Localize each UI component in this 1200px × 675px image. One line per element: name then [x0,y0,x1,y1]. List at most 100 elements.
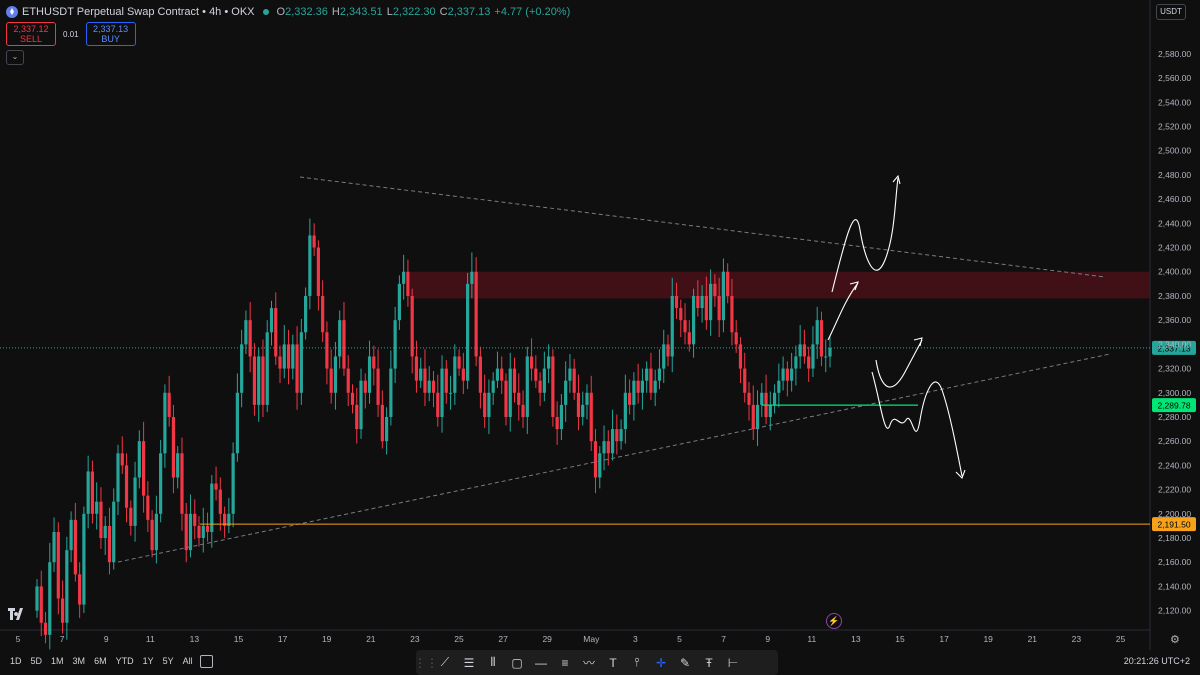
x-tick-label: 15 [895,634,905,644]
x-tick-label: 13 [851,634,861,644]
x-tick-label: 25 [454,634,464,644]
x-tick-label: 7 [60,634,65,644]
buy-button[interactable]: 2,337.13 BUY [85,22,136,46]
drawing-toolbar: ⋮⋮ ⟋ ☰ ⫴ ▢ — ≡ 〰 T ⫯ ✛ ✎ Ŧ ⊢ [414,650,778,675]
candle-body [218,489,222,514]
x-tick-label: 19 [983,634,993,644]
candle-body [785,368,789,381]
fib-retracement-icon[interactable]: ≡ [554,653,576,673]
candle-body [709,283,713,321]
lightning-icon[interactable]: ⚡ [826,613,842,629]
candle-body [257,356,261,405]
range-6m[interactable]: 6M [94,656,107,666]
resistance-zone [410,271,1150,299]
candle-body [674,295,679,309]
candle-body [790,368,794,381]
horizontal-line-icon[interactable]: ⊢ [722,653,744,673]
anchored-text-icon[interactable]: Ŧ [698,653,720,673]
candle-body [35,586,39,611]
bottom-bar: 1D 5D 1M 3M 6M YTD 1Y 5Y All ⋮⋮ ⟋ ☰ ⫴ ▢ — ≡ 〰 T … [0,650,1200,675]
candle-body [78,574,82,605]
pitchfork-icon[interactable]: ⫴ [482,653,504,673]
range-1m[interactable]: 1M [51,656,64,666]
candle-body [180,453,184,514]
candle-body [159,453,163,514]
candle-body [730,295,734,333]
candle-body [60,598,65,623]
pattern-icon[interactable]: 〰 [578,653,600,673]
candle-body [772,392,777,405]
rectangle-icon[interactable]: ▢ [506,653,528,673]
candle-body [529,356,534,369]
candle-body [777,380,781,393]
candle-body [265,332,269,405]
interval-label[interactable]: 4h [209,6,221,18]
range-1d[interactable]: 1D [10,656,22,666]
candle-body [802,344,807,357]
y-tick-label: 2,560.00 [1158,73,1191,83]
candle-body [653,380,657,393]
candle-body [483,392,487,417]
calendar-icon[interactable] [200,655,213,668]
candle-body [278,356,282,369]
x-tick-label: 7 [721,634,726,644]
candle-body [721,271,726,321]
candle-body [768,404,772,417]
y-tick-label: 2,160.00 [1158,557,1191,567]
candle-body [201,525,205,539]
candle-body [525,356,529,417]
x-tick-label: 3 [633,634,638,644]
parallel-channel-icon[interactable]: ☰ [458,653,480,673]
candle-body [521,404,525,417]
candle-body [176,453,180,478]
range-1y[interactable]: 1Y [143,656,154,666]
candle-body [231,453,235,514]
candle-body [734,332,738,345]
symbol-name[interactable]: ETHUSDT Perpetual Swap Contract [22,6,199,18]
candle-body [811,344,815,369]
candle-body [602,441,606,454]
horizontal-ray-icon[interactable]: — [530,653,552,673]
candle-body [640,380,645,393]
gear-icon[interactable]: ⚙ [1170,633,1180,646]
candle-body [743,368,747,393]
drag-handle-icon[interactable]: ⋮⋮ [414,653,438,673]
x-tick-label: 29 [542,634,552,644]
candle-body [188,513,193,551]
range-ytd[interactable]: YTD [116,656,134,666]
currency-selector[interactable]: USDT [1156,4,1186,20]
change-value: +4.77 (+0.20%) [494,6,571,18]
sell-button[interactable]: 2,337.12 SELL [6,22,56,46]
candle-body [538,380,542,393]
range-selector: 1D 5D 1M 3M 6M YTD 1Y 5Y All [10,656,193,666]
candle-body [687,332,691,345]
y-tick-label: 2,460.00 [1158,194,1191,204]
candle-body [551,356,555,417]
candle-body [210,483,214,532]
candle-body [559,404,564,430]
candle-body [43,622,48,635]
candle-body [628,392,632,405]
candle-body [645,368,649,381]
brush-icon[interactable]: ✎ [674,653,696,673]
chevron-down-icon[interactable]: ⌄ [6,50,24,65]
candle-body [683,320,687,333]
candle-body [666,344,670,357]
range-all[interactable]: All [183,656,193,666]
range-5y[interactable]: 5Y [163,656,174,666]
long-position-icon[interactable]: ⫯ [626,653,648,673]
candle-body [295,344,299,393]
crosshair-icon[interactable]: ✛ [650,653,672,673]
candle-body [478,356,482,393]
range-3m[interactable]: 3M [73,656,86,666]
candle-body [385,416,389,442]
trend-line-icon[interactable]: ⟋ [434,653,456,673]
candle-body [48,562,52,635]
candle-body [406,271,410,296]
price-chart[interactable]: 2,337.13 2,289.78 2,191.50 2,120.00 2,140.00… [0,0,1200,675]
text-icon[interactable]: T [602,653,624,673]
range-5d[interactable]: 5D [31,656,43,666]
market-status-dot [262,9,269,15]
candle-body [269,308,274,333]
x-tick-label: 15 [234,634,244,644]
